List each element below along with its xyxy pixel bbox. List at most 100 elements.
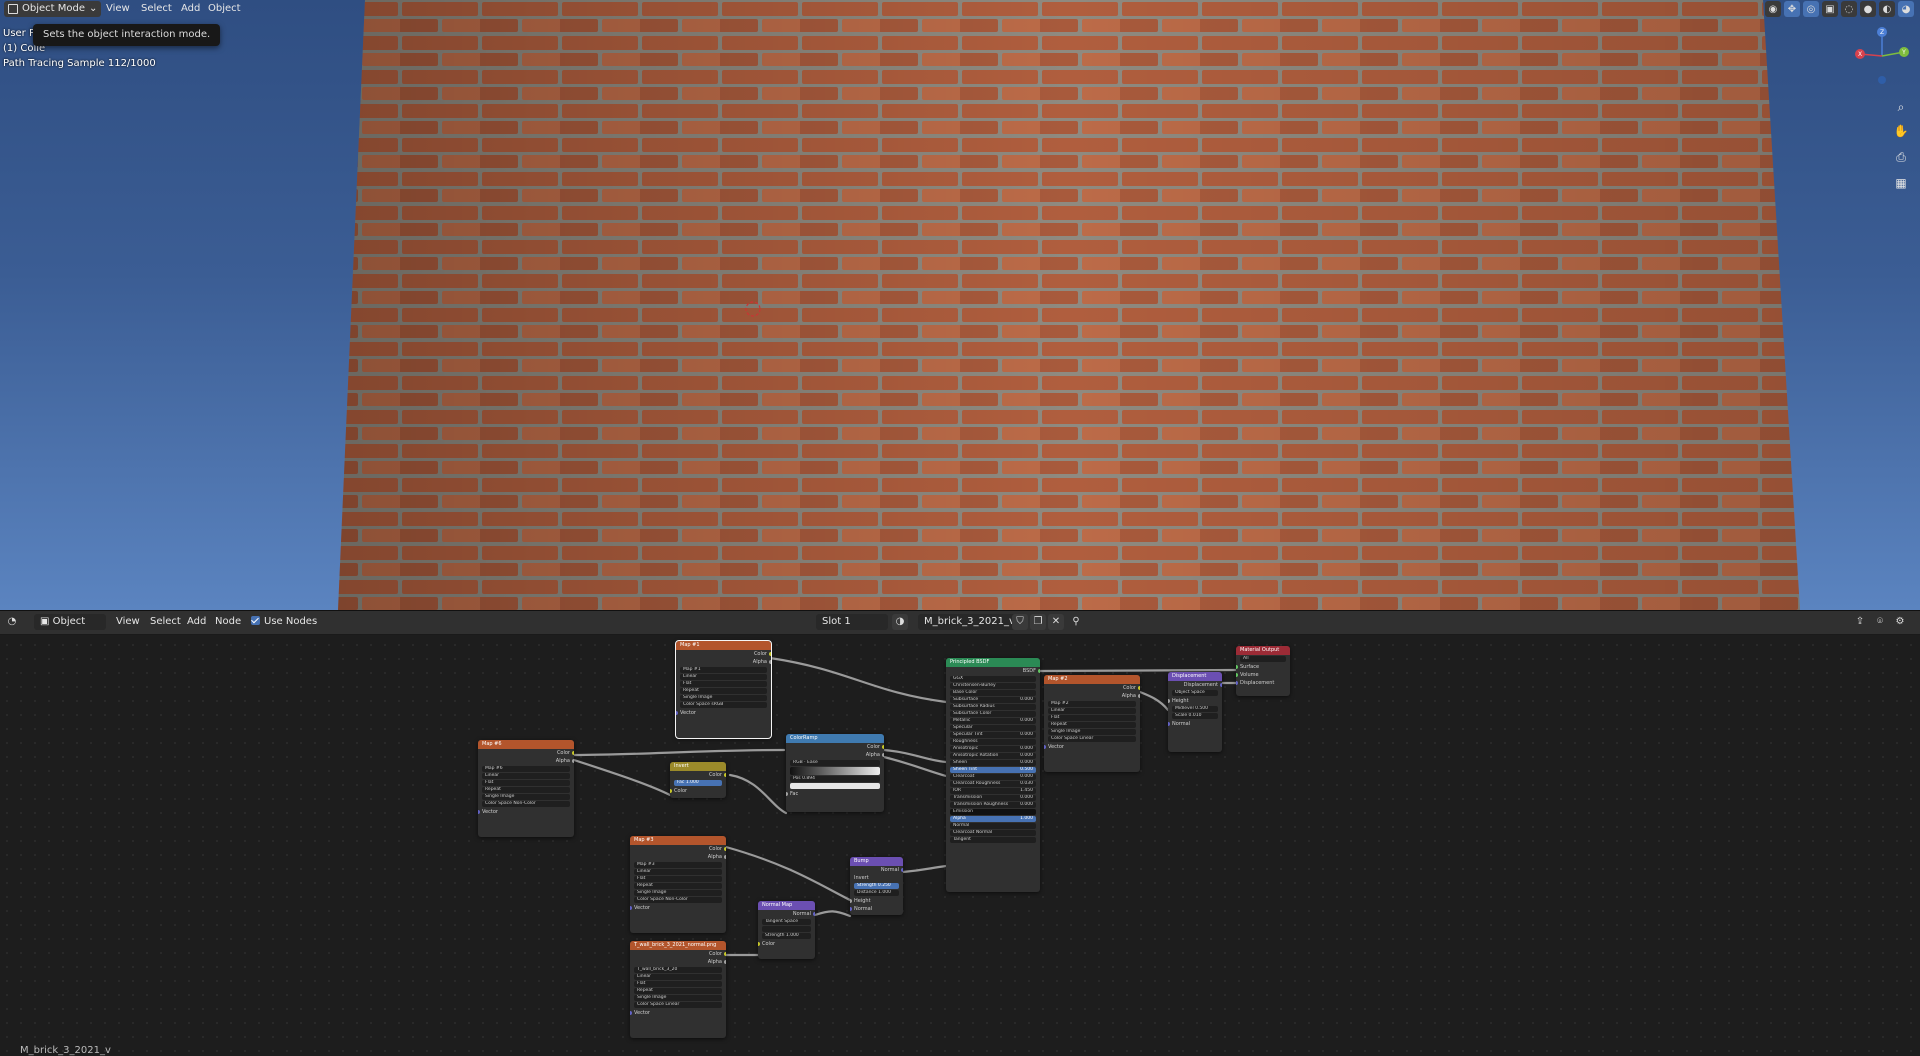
- space-field[interactable]: Tangent Space: [762, 919, 811, 925]
- node-principled-bsdf[interactable]: Principled BSDF BSDF GGX Christensen-Bur…: [946, 658, 1040, 892]
- source-field[interactable]: Single Image: [482, 794, 570, 800]
- bsdf-input-transmission[interactable]: Transmission 0.000: [950, 795, 1036, 801]
- node-colorramp[interactable]: ColorRamp Color Alpha RGB · Ease Pos 0.8…: [786, 734, 884, 812]
- socket-vector-in[interactable]: [676, 711, 678, 715]
- colorspace-field[interactable]: Color Space Non-Color: [634, 897, 722, 903]
- grid-icon[interactable]: ▦: [1892, 174, 1910, 192]
- image-field[interactable]: Map #2: [1048, 701, 1136, 707]
- socket-alpha-out[interactable]: [724, 855, 726, 859]
- socket-normal-out[interactable]: [901, 868, 903, 872]
- image-field[interactable]: Map #1: [680, 667, 767, 673]
- projection-field[interactable]: Flat: [634, 876, 722, 882]
- strength-field[interactable]: Strength 1.000: [762, 933, 811, 939]
- colorspace-field[interactable]: Color Space Linear: [1048, 736, 1136, 742]
- ramp-gradient[interactable]: [790, 767, 880, 775]
- scale-field[interactable]: Scale 0.010: [1172, 713, 1218, 719]
- distance-field[interactable]: Distance 1.000: [854, 890, 899, 896]
- socket-alpha-out[interactable]: [572, 759, 574, 763]
- bsdf-input-clearcoat-normal[interactable]: Clearcoat Normal: [950, 830, 1036, 836]
- node-normal-texture[interactable]: T_wall_brick_3_2021_normal.png Color Alp…: [630, 941, 726, 1038]
- distribution-field[interactable]: GGX: [950, 676, 1036, 682]
- socket-volume-in[interactable]: [1236, 673, 1238, 677]
- fac-field[interactable]: Fac 1.000: [674, 780, 722, 786]
- rendered-icon[interactable]: ◕: [1898, 1, 1914, 17]
- node-invert[interactable]: Invert Color Fac 1.000 Color: [670, 762, 726, 798]
- 3d-viewport[interactable]: Object Mode ⌄ View Select Add Object ◉ ✥…: [0, 0, 1920, 610]
- invert-checkbox[interactable]: Invert: [850, 874, 903, 882]
- wireframe-icon[interactable]: ◌: [1841, 1, 1857, 17]
- extension-field[interactable]: Repeat: [634, 883, 722, 889]
- camera-icon[interactable]: ⎙: [1892, 148, 1910, 166]
- socket-color-out[interactable]: [724, 773, 726, 777]
- socket-height-in[interactable]: [850, 899, 852, 903]
- solid-icon[interactable]: ●: [1860, 1, 1876, 17]
- material-icon[interactable]: ◐: [1879, 1, 1895, 17]
- source-field[interactable]: Single Image: [1048, 729, 1136, 735]
- target-field[interactable]: All: [1240, 656, 1286, 662]
- bsdf-input-alpha[interactable]: Alpha 1.000: [950, 816, 1036, 822]
- socket-vector-in[interactable]: [1044, 745, 1046, 749]
- socket-alpha-out[interactable]: [1138, 694, 1140, 698]
- shader-node-editor[interactable]: ◔ ▣ Object View Select Add Node Use Node…: [0, 610, 1920, 1056]
- bsdf-input-normal[interactable]: Normal: [950, 823, 1036, 829]
- menu-view[interactable]: View: [101, 1, 135, 17]
- socket-fac-in[interactable]: [786, 792, 788, 796]
- menu-add[interactable]: Add: [176, 1, 205, 17]
- extension-field[interactable]: Repeat: [680, 688, 767, 694]
- source-field[interactable]: Single Image: [634, 890, 722, 896]
- socket-alpha-out[interactable]: [882, 753, 884, 757]
- ramp-pos-field[interactable]: Pos 0.894: [790, 776, 880, 782]
- node-material-output[interactable]: Material Output All Surface Volume Displ…: [1236, 646, 1290, 696]
- menu-select[interactable]: Select: [136, 1, 177, 17]
- subsurface-method-field[interactable]: Christensen-Burley: [950, 683, 1036, 689]
- socket-normal-out[interactable]: [813, 912, 815, 916]
- socket-color-in[interactable]: [758, 942, 760, 946]
- bsdf-input-clearcoat[interactable]: Clearcoat 0.000: [950, 774, 1036, 780]
- node-bump[interactable]: Bump Normal Invert Strength 0.250 Distan…: [850, 857, 903, 915]
- bsdf-input-metallic[interactable]: Metallic 0.000: [950, 718, 1036, 724]
- socket-displacement-in[interactable]: [1236, 681, 1238, 685]
- bsdf-input-anisotropic-rotation[interactable]: Anisotropic Rotation 0.000: [950, 753, 1036, 759]
- interpolation-field[interactable]: Linear: [634, 974, 722, 980]
- socket-alpha-out[interactable]: [769, 660, 771, 664]
- socket-color-out[interactable]: [882, 745, 884, 749]
- bsdf-input-emission[interactable]: Emission: [950, 809, 1036, 815]
- socket-surface-in[interactable]: [1236, 665, 1238, 669]
- navigation-gizmo[interactable]: Z Y X: [1852, 24, 1912, 88]
- source-field[interactable]: Single Image: [634, 995, 722, 1001]
- node-map6[interactable]: Map #6 Color Alpha Map #6 Linear Flat Re…: [478, 740, 574, 837]
- colorspace-field[interactable]: Color Space sRGB: [680, 702, 767, 708]
- interpolation-field[interactable]: Linear: [1048, 708, 1136, 714]
- space-field[interactable]: Object Space: [1172, 690, 1218, 696]
- ramp-color-swatch[interactable]: [790, 783, 880, 789]
- bsdf-input-base-color[interactable]: Base Color: [950, 690, 1036, 696]
- interpolation-field[interactable]: Linear: [680, 674, 767, 680]
- socket-color-out[interactable]: [724, 952, 726, 956]
- uvmap-field[interactable]: [762, 926, 811, 932]
- socket-vector-in[interactable]: [630, 1011, 632, 1015]
- bsdf-input-specular[interactable]: Specular: [950, 725, 1036, 731]
- socket-normal-in[interactable]: [1168, 722, 1170, 726]
- socket-vector-in[interactable]: [478, 810, 480, 814]
- bsdf-input-subsurface-color[interactable]: Subsurface Color: [950, 711, 1036, 717]
- colorspace-field[interactable]: Color Space Non-Color: [482, 801, 570, 807]
- image-field[interactable]: T_wall_brick_3_20: [634, 967, 722, 973]
- node-map1[interactable]: Map #1 Color Alpha Map #1 Linear Flat Re…: [675, 640, 772, 739]
- projection-field[interactable]: Flat: [634, 981, 722, 987]
- extension-field[interactable]: Repeat: [634, 988, 722, 994]
- socket-vector-in[interactable]: [630, 906, 632, 910]
- bsdf-input-sheen-tint[interactable]: Sheen Tint 0.500: [950, 767, 1036, 773]
- node-map2[interactable]: Map #2 Color Alpha Map #2 Linear Flat Re…: [1044, 675, 1140, 772]
- socket-color-out[interactable]: [1138, 686, 1140, 690]
- gizmo-icon[interactable]: ✥: [1784, 1, 1800, 17]
- interpolation-field[interactable]: Linear: [482, 773, 570, 779]
- node-normal-map[interactable]: Normal Map Normal Tangent Space Strength…: [758, 901, 815, 959]
- xray-icon[interactable]: ▣: [1822, 1, 1838, 17]
- overlay-icon[interactable]: ◎: [1803, 1, 1819, 17]
- bsdf-input-transmission-roughness[interactable]: Transmission Roughness 0.000: [950, 802, 1036, 808]
- socket-height-in[interactable]: [1168, 699, 1170, 703]
- extension-field[interactable]: Repeat: [1048, 722, 1136, 728]
- bsdf-input-clearcoat-roughness[interactable]: Clearcoat Roughness 0.030: [950, 781, 1036, 787]
- colorspace-field[interactable]: Color Space Linear: [634, 1002, 722, 1008]
- bsdf-input-roughness[interactable]: Roughness: [950, 739, 1036, 745]
